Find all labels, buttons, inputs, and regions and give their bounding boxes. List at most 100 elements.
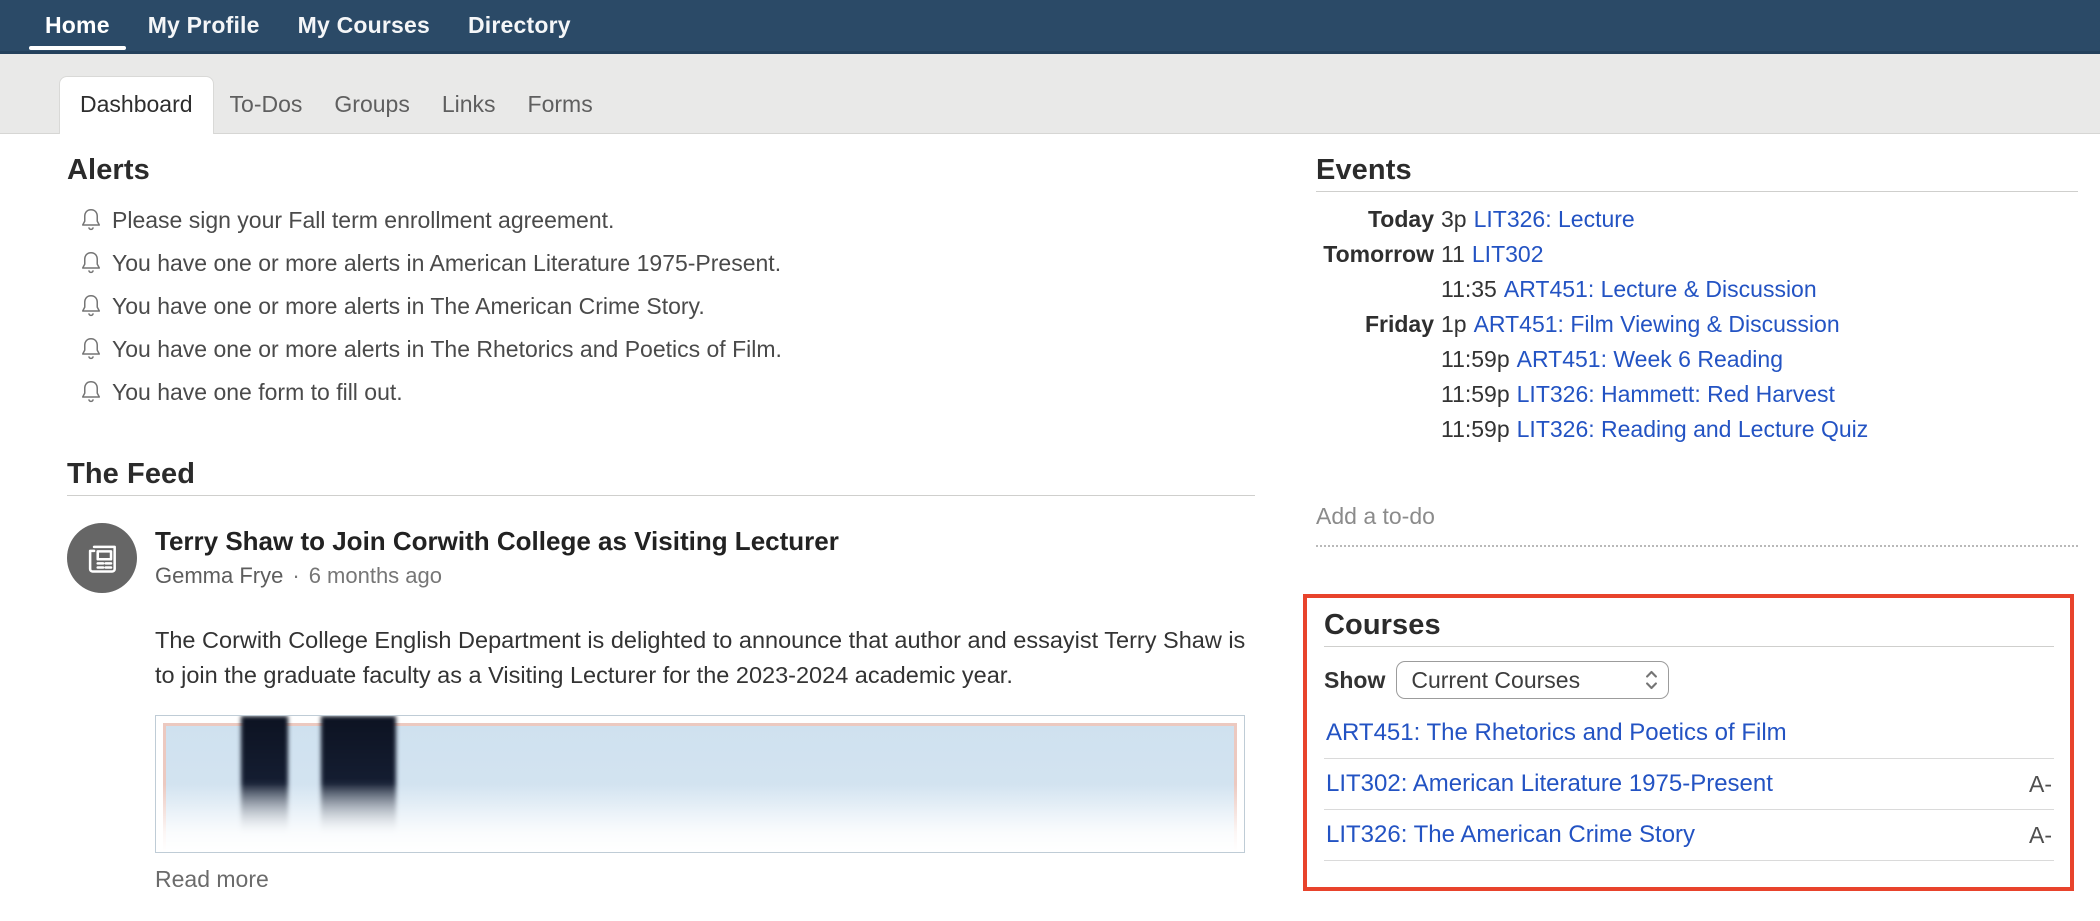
courses-highlight-box: Courses Show Current Courses ART451: The…: [1303, 594, 2074, 891]
event-day: [1316, 412, 1441, 447]
events-title: Events: [1316, 154, 2078, 192]
event-day: [1316, 377, 1441, 412]
post-byline: Gemma Frye · 6 months ago: [155, 563, 839, 589]
event-day: [1316, 272, 1441, 307]
post-author[interactable]: Gemma Frye: [155, 563, 283, 589]
newspaper-icon: [83, 539, 121, 577]
course-grade: A-: [2029, 771, 2052, 798]
course-row: ART451: The Rhetorics and Poetics of Fil…: [1324, 708, 2054, 759]
photo-fade-overlay: [156, 716, 1244, 852]
event-link[interactable]: LIT302: [1472, 241, 1544, 267]
event-row: 11:59p LIT326: Hammett: Red Harvest: [1316, 377, 2078, 412]
course-link[interactable]: LIT302: American Literature 1975-Present: [1326, 770, 1773, 798]
alert-item: You have one form to fill out.: [79, 371, 1255, 414]
alerts-list: Please sign your Fall term enrollment ag…: [67, 199, 1255, 414]
alert-text[interactable]: You have one or more alerts in The Rheto…: [112, 336, 782, 363]
tab-to-dos[interactable]: To-Dos: [214, 78, 319, 133]
courses-filter-value: Current Courses: [1411, 667, 1580, 694]
left-column: Alerts Please sign your Fall term enroll…: [67, 154, 1255, 893]
alert-text[interactable]: You have one or more alerts in American …: [112, 250, 781, 277]
event-link[interactable]: LIT326: Hammett: Red Harvest: [1517, 381, 1835, 407]
post-body: The Corwith College English Department i…: [155, 623, 1247, 693]
bell-icon: [79, 207, 103, 234]
alert-text[interactable]: Please sign your Fall term enrollment ag…: [112, 207, 614, 234]
post-head-text: Terry Shaw to Join Corwith College as Vi…: [155, 523, 839, 589]
alert-item: You have one or more alerts in The Ameri…: [79, 285, 1255, 328]
nav-item-my-profile[interactable]: My Profile: [131, 0, 277, 51]
avatar: [67, 523, 137, 593]
tab-bar: DashboardTo-DosGroupsLinksForms: [0, 54, 2100, 134]
alert-text[interactable]: You have one or more alerts in The Ameri…: [112, 293, 705, 320]
event-details: 1p ART451: Film Viewing & Discussion: [1441, 307, 2078, 342]
dashboard-content: Alerts Please sign your Fall term enroll…: [0, 134, 2100, 893]
show-label: Show: [1324, 667, 1385, 694]
courses-filter-row: Show Current Courses: [1324, 661, 2054, 699]
event-link[interactable]: ART451: Film Viewing & Discussion: [1474, 311, 1840, 337]
bell-icon: [79, 293, 103, 320]
event-time: 3p: [1441, 206, 1467, 232]
post-timestamp: 6 months ago: [309, 563, 442, 589]
post-header: Terry Shaw to Join Corwith College as Vi…: [67, 523, 1255, 593]
courses-list: ART451: The Rhetorics and Poetics of Fil…: [1324, 708, 2054, 861]
event-link[interactable]: LIT326: Lecture: [1474, 206, 1635, 232]
feed-title: The Feed: [67, 458, 1255, 496]
course-link[interactable]: ART451: The Rhetorics and Poetics of Fil…: [1326, 719, 1787, 747]
feed-post: Terry Shaw to Join Corwith College as Vi…: [67, 523, 1255, 893]
alert-text[interactable]: You have one form to fill out.: [112, 379, 403, 406]
event-day: Today: [1316, 202, 1441, 237]
tab-forms[interactable]: Forms: [512, 78, 609, 133]
event-link[interactable]: ART451: Week 6 Reading: [1517, 346, 1783, 372]
event-details: 11LIT302: [1441, 237, 2078, 272]
courses-filter-select[interactable]: Current Courses: [1396, 661, 1669, 699]
event-day: [1316, 342, 1441, 377]
post-content: The Corwith College English Department i…: [155, 623, 1255, 893]
event-details: 3p LIT326: Lecture: [1441, 202, 2078, 237]
courses-title: Courses: [1324, 609, 2054, 647]
add-todo-row: Add a to-do: [1316, 503, 2078, 547]
tab-groups[interactable]: Groups: [318, 78, 425, 133]
post-title[interactable]: Terry Shaw to Join Corwith College as Vi…: [155, 526, 839, 557]
event-details: 11:59p LIT326: Hammett: Red Harvest: [1441, 377, 2078, 412]
read-more-link[interactable]: Read more: [155, 866, 269, 893]
event-row: Friday1p ART451: Film Viewing & Discussio…: [1316, 307, 2078, 342]
event-time: 11:59p: [1441, 346, 1510, 372]
add-todo-link[interactable]: Add a to-do: [1316, 503, 1435, 529]
course-row: LIT326: The American Crime Story A-: [1324, 810, 2054, 861]
nav-item-directory[interactable]: Directory: [451, 0, 588, 51]
course-grade: A-: [2029, 822, 2052, 849]
nav-item-home[interactable]: Home: [28, 0, 127, 51]
alert-item: Please sign your Fall term enrollment ag…: [79, 199, 1255, 242]
alerts-title: Alerts: [67, 154, 1255, 187]
events-list: Today3pLIT326: LectureTomorrow11LIT30211…: [1316, 202, 2078, 447]
event-time: 11:59p: [1441, 381, 1510, 407]
alert-item: You have one or more alerts in American …: [79, 242, 1255, 285]
byline-separator: ·: [292, 563, 299, 589]
event-time: 11:35: [1441, 276, 1497, 302]
course-link[interactable]: LIT326: The American Crime Story: [1326, 821, 1695, 849]
event-day: Friday: [1316, 307, 1441, 342]
event-time: 11:59p: [1441, 416, 1510, 442]
select-stepper-icon: [1644, 667, 1659, 693]
bell-icon: [79, 336, 103, 363]
nav-item-my-courses[interactable]: My Courses: [281, 0, 447, 51]
event-link[interactable]: ART451: Lecture & Discussion: [1504, 276, 1817, 302]
alert-item: You have one or more alerts in The Rheto…: [79, 328, 1255, 371]
event-details: 11:59p ART451: Week 6 Reading: [1441, 342, 2078, 377]
course-row: LIT302: American Literature 1975-Present…: [1324, 759, 2054, 810]
event-row: 11:59p ART451: Week 6 Reading: [1316, 342, 2078, 377]
event-row: Today3p LIT326: Lecture: [1316, 202, 2078, 237]
event-row: 11:59p LIT326: Reading and Lecture Quiz: [1316, 412, 2078, 447]
bell-icon: [79, 379, 103, 406]
top-navbar: HomeMy ProfileMy CoursesDirectory: [0, 0, 2100, 54]
post-image[interactable]: [155, 715, 1245, 853]
event-row: Tomorrow11LIT302: [1316, 237, 2078, 272]
bell-icon: [79, 250, 103, 277]
feed-section: The Feed Terry Shaw to Join Cor: [67, 458, 1255, 893]
tab-links[interactable]: Links: [426, 78, 512, 133]
tab-dashboard[interactable]: Dashboard: [59, 76, 214, 134]
right-column: Events Today3p LIT326: Lecture Tomorrow11L…: [1316, 154, 2078, 891]
event-time: 1p: [1441, 311, 1467, 337]
event-details: 11:35 ART451: Lecture & Discussion: [1441, 272, 2078, 307]
event-link[interactable]: LIT326: Reading and Lecture Quiz: [1517, 416, 1869, 442]
event-row: 11:35 ART451: Lecture & Discussion: [1316, 272, 2078, 307]
